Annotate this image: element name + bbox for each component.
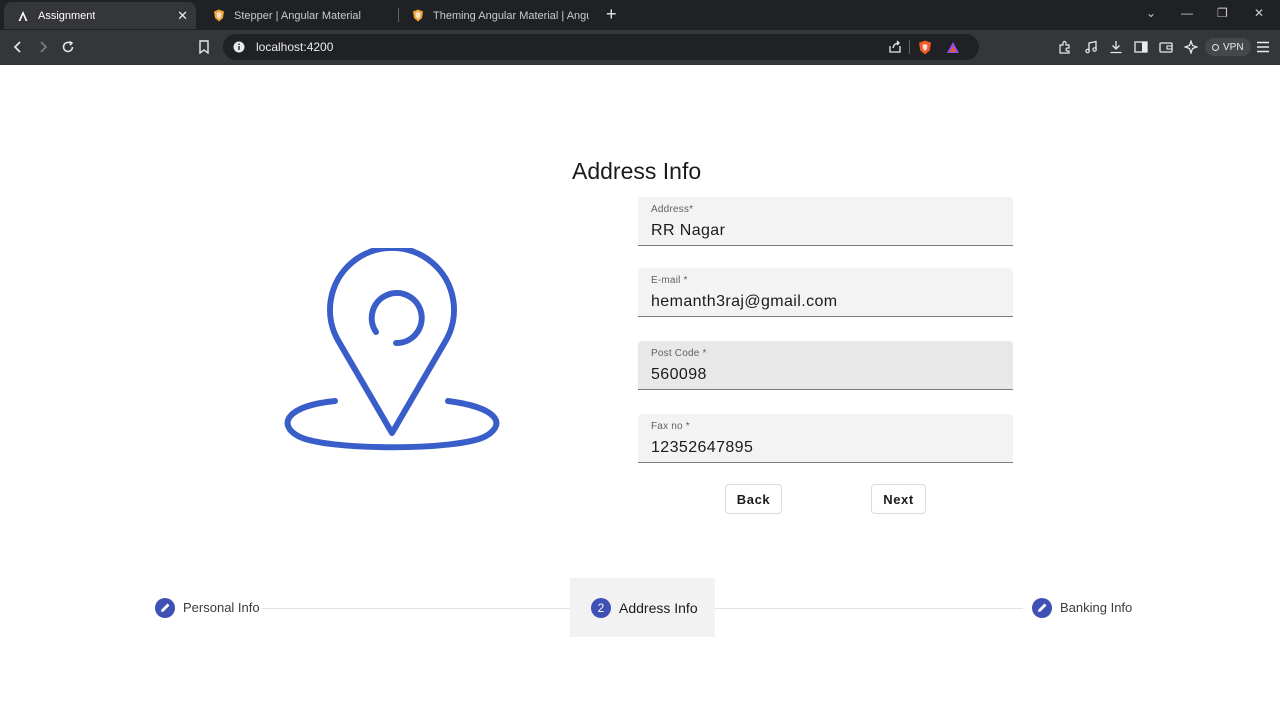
media-icon[interactable] — [1083, 39, 1099, 55]
back-arrow-icon[interactable] — [10, 39, 26, 55]
email-label: E-mail * — [651, 275, 688, 286]
share-icon[interactable] — [887, 39, 903, 55]
stepper-connector — [715, 608, 1023, 609]
post-code-input[interactable] — [651, 366, 1001, 384]
close-tab-icon[interactable]: ✕ — [177, 8, 188, 24]
tab-stepper[interactable]: Stepper | Angular Material — [200, 2, 396, 29]
address-field[interactable]: Address* — [638, 197, 1013, 246]
url-separator — [909, 40, 910, 54]
leo-ai-icon[interactable] — [1183, 39, 1199, 55]
forward-arrow-icon[interactable] — [35, 39, 51, 55]
download-icon[interactable] — [1108, 39, 1124, 55]
fax-label: Fax no * — [651, 421, 690, 432]
brave-shield-icon — [411, 9, 425, 23]
post-code-label: Post Code * — [651, 348, 707, 359]
address-label: Address* — [651, 204, 694, 215]
vpn-button[interactable]: VPN — [1205, 38, 1251, 56]
next-button[interactable]: Next — [871, 484, 926, 514]
angular-logo-icon — [16, 9, 30, 23]
location-pin-icon — [284, 244, 500, 451]
step-address-info[interactable]: 2 Address Info — [570, 578, 715, 637]
pencil-icon — [155, 597, 175, 618]
extensions-icon[interactable] — [1057, 39, 1073, 55]
site-info-icon[interactable] — [231, 39, 247, 55]
vpn-label: VPN — [1223, 41, 1244, 53]
step-personal-info[interactable]: Personal Info — [155, 578, 260, 637]
vpn-status-icon — [1212, 43, 1219, 51]
address-input[interactable] — [651, 222, 1001, 240]
address-bar[interactable]: localhost:4200 — [223, 34, 979, 60]
fax-field[interactable]: Fax no * — [638, 414, 1013, 463]
step-label: Banking Info — [1060, 600, 1133, 615]
location-pin-illustration — [280, 244, 504, 454]
step-number: 2 — [591, 597, 611, 618]
back-button[interactable]: Back — [725, 484, 782, 514]
brave-rewards-icon[interactable] — [945, 39, 961, 55]
tab-title: Stepper | Angular Material — [234, 9, 361, 22]
url-text: localhost:4200 — [256, 40, 334, 54]
close-window-icon[interactable]: ✕ — [1254, 6, 1264, 20]
tab-theming[interactable]: Theming Angular Material | Angular — [399, 2, 595, 29]
minimize-icon[interactable]: — — [1181, 6, 1193, 20]
email-field[interactable]: E-mail * — [638, 268, 1013, 317]
step-label: Personal Info — [183, 600, 260, 615]
step-banking-info[interactable]: Banking Info — [1032, 578, 1132, 637]
sidebar-icon[interactable] — [1133, 39, 1149, 55]
restore-icon[interactable]: ❐ — [1217, 6, 1228, 20]
tab-title: Assignment — [38, 9, 96, 22]
wallet-icon[interactable] — [1158, 39, 1174, 55]
menu-icon[interactable] — [1255, 39, 1271, 55]
tab-search-chevron-icon[interactable]: ⌄ — [1146, 6, 1156, 20]
tab-title: Theming Angular Material | Angular — [433, 9, 589, 22]
reload-icon[interactable] — [60, 39, 76, 55]
pencil-icon — [1032, 597, 1052, 618]
fax-input[interactable] — [651, 439, 1001, 457]
tab-assignment[interactable]: Assignment ✕ — [4, 2, 196, 29]
page-title: Address Info — [572, 158, 702, 184]
browser-toolbar: localhost:4200 VPN — [0, 30, 1280, 65]
step-label: Address Info — [619, 599, 698, 616]
brave-shield-icon — [212, 9, 226, 23]
stepper-connector — [262, 608, 570, 609]
browser-tab-bar: Assignment ✕ Stepper | Angular Material … — [0, 0, 1280, 30]
brave-shields-icon[interactable] — [917, 39, 933, 55]
post-code-field[interactable]: Post Code * — [638, 341, 1013, 390]
new-tab-icon[interactable]: + — [606, 4, 617, 25]
bookmark-icon[interactable] — [196, 39, 212, 55]
email-input[interactable] — [651, 293, 1001, 311]
